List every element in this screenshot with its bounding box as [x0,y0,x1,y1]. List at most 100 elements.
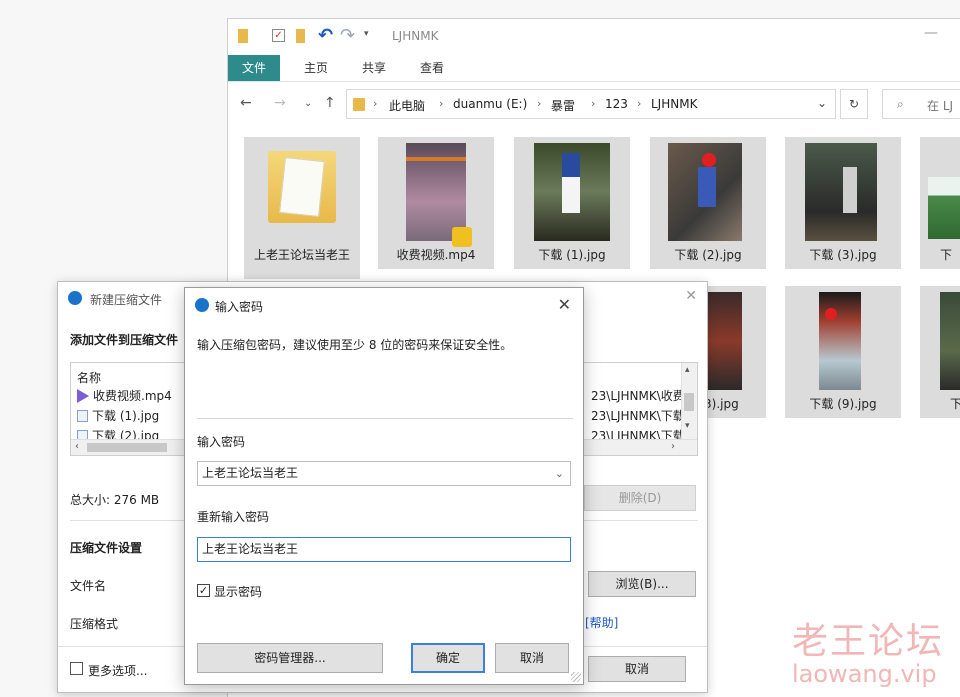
list-item[interactable]: 下载 (1).jpg [514,137,630,269]
search-box[interactable]: ⌕ 在 LJ [882,89,960,119]
ribbon-tabs: 文件 主页 共享 查看 [228,55,960,81]
chevron-down-icon[interactable]: ⌄ [817,96,827,110]
breadcrumb-folder[interactable]: 123 [605,97,628,111]
scrollbar-thumb[interactable] [87,443,167,452]
reenter-password-input[interactable]: 上老王论坛当老王 [197,537,571,562]
show-password-label[interactable]: 显示密码 [214,583,262,600]
list-item[interactable]: 下载 (2).jpg [650,137,766,269]
breadcrumb-folder[interactable]: 暴雷 [551,97,575,114]
ok-button[interactable]: 确定 [411,643,485,673]
address-bar[interactable]: › 此电脑 › duanmu (E:) › 暴雷 › 123 › LJHNMK … [346,89,836,119]
new-folder-icon[interactable] [296,29,305,43]
undo-icon[interactable]: ↶ [318,25,333,46]
list-item[interactable]: 下 [920,286,960,418]
format-label: 压缩格式 [70,617,119,631]
scroll-right-icon[interactable]: › [671,441,675,452]
close-icon[interactable]: ✕ [558,295,571,314]
resize-grip[interactable] [571,672,581,682]
tab-home[interactable]: 主页 [290,55,342,81]
refresh-icon: ↻ [848,97,860,111]
file-name: 上老王论坛当老王 [253,248,350,262]
search-placeholder: 在 LJ [927,99,954,113]
navigation-bar: ← → ⌄ ↑ › 此电脑 › duanmu (E:) › 暴雷 › 123 ›… [228,89,960,119]
customize-toolbar-icon[interactable]: ▾ [364,29,369,39]
password-input[interactable]: 上老王论坛当老王 ⌄ [197,461,571,486]
password-hint: 输入压缩包密码，建议使用至少 8 位的密码来保证安全性。 [197,338,513,352]
file-name: 下载 (9).jpg [809,397,877,411]
cancel-button[interactable]: 取消 [588,656,686,682]
properties-icon[interactable]: ✓ [272,29,285,42]
more-options-label[interactable]: 更多选项... [88,662,147,679]
list-item[interactable]: 下载 (9).jpg [785,286,901,418]
filename-label: 文件名 [70,579,107,593]
tab-view[interactable]: 查看 [406,55,458,81]
redo-icon[interactable]: ↷ [340,25,355,46]
list-item[interactable]: 下 [920,137,960,269]
up-arrow-icon[interactable]: ↑ [324,95,336,111]
total-size: 总大小: 276 MB [70,493,160,507]
help-link[interactable]: [帮助] [585,614,618,631]
folder-icon[interactable] [238,29,248,43]
file-name: 下载 (2).jpg [674,248,742,262]
file-name: 下载 (1).jpg [538,248,606,262]
scrollbar-thumb[interactable] [684,393,694,411]
file-name: 下 [950,397,960,411]
breadcrumb-current[interactable]: LJHNMK [651,97,697,111]
image-thumbnail [940,292,960,390]
watermark-url: laowang.vip [792,660,937,688]
watermark-title: 老王论坛 [792,621,945,662]
file-name: 收费视频.mp4 [396,248,476,262]
chevron-down-icon[interactable]: ⌄ [555,466,564,481]
table-row[interactable]: 收费视频.mp4 [77,387,172,404]
password-value: 上老王论坛当老王 [202,466,299,480]
app-logo-icon [195,298,209,312]
tab-share[interactable]: 共享 [348,55,400,81]
image-thumbnail [928,177,960,239]
settings-heading: 压缩文件设置 [70,541,143,555]
dialog-title: 新建压缩文件 [90,293,163,307]
tab-file[interactable]: 文件 [228,55,281,81]
breadcrumb-separator-icon: › [373,97,378,110]
delete-button[interactable]: 删除(D) [584,485,696,511]
quick-access-toolbar: ✓ ↶ ↷ ▾ LJHNMK — [228,19,960,55]
image-thumbnail [805,143,877,241]
search-icon: ⌕ [897,97,904,111]
breadcrumb-separator-icon: › [591,97,596,110]
refresh-button[interactable]: ↻ [840,89,868,119]
list-item[interactable]: 上老王论坛当老王 [244,137,360,279]
column-header-name[interactable]: 名称 [77,369,101,386]
vertical-scrollbar[interactable]: ▴ ▾ [681,363,697,439]
scroll-left-icon[interactable]: ‹ [75,441,79,452]
window-title: LJHNMK [392,29,439,43]
breadcrumb-this-pc[interactable]: 此电脑 [389,97,425,114]
cancel-button[interactable]: 取消 [495,643,569,673]
password-label: 输入密码 [197,435,246,449]
add-files-label: 添加文件到压缩文件 [70,333,179,347]
image-thumbnail [819,292,861,390]
breadcrumb-separator-icon: › [637,97,642,110]
breadcrumb-separator-icon: › [537,97,542,110]
password-manager-button[interactable]: 密码管理器... [197,643,383,673]
folder-icon [268,151,336,223]
list-item[interactable]: 下载 (3).jpg [785,137,901,269]
list-item[interactable]: 收费视频.mp4 [378,137,494,269]
divider [197,418,573,419]
scroll-up-icon[interactable]: ▴ [685,365,690,375]
file-name: 下 [940,248,953,262]
breadcrumb-drive[interactable]: duanmu (E:) [453,97,527,111]
image-thumbnail [534,143,610,241]
scroll-down-icon[interactable]: ▾ [685,421,690,431]
back-arrow-icon[interactable]: ← [240,95,252,111]
recent-locations-icon[interactable]: ⌄ [304,98,312,109]
image-thumbnail [668,143,742,241]
table-row[interactable]: 下载 (1).jpg [77,407,159,424]
browse-button[interactable]: 浏览(B)... [588,571,696,597]
show-password-checkbox[interactable]: ✓ [197,584,210,597]
password-dialog: 输入密码 ✕ 输入压缩包密码，建议使用至少 8 位的密码来保证安全性。 输入密码… [184,287,584,685]
minimize-button[interactable]: — [924,25,938,41]
close-icon[interactable]: ✕ [685,288,697,304]
app-logo-icon [68,291,82,305]
forward-arrow-icon[interactable]: → [274,95,286,111]
more-options-checkbox[interactable] [70,662,83,675]
file-name: 收费视频.mp4 [93,389,172,403]
